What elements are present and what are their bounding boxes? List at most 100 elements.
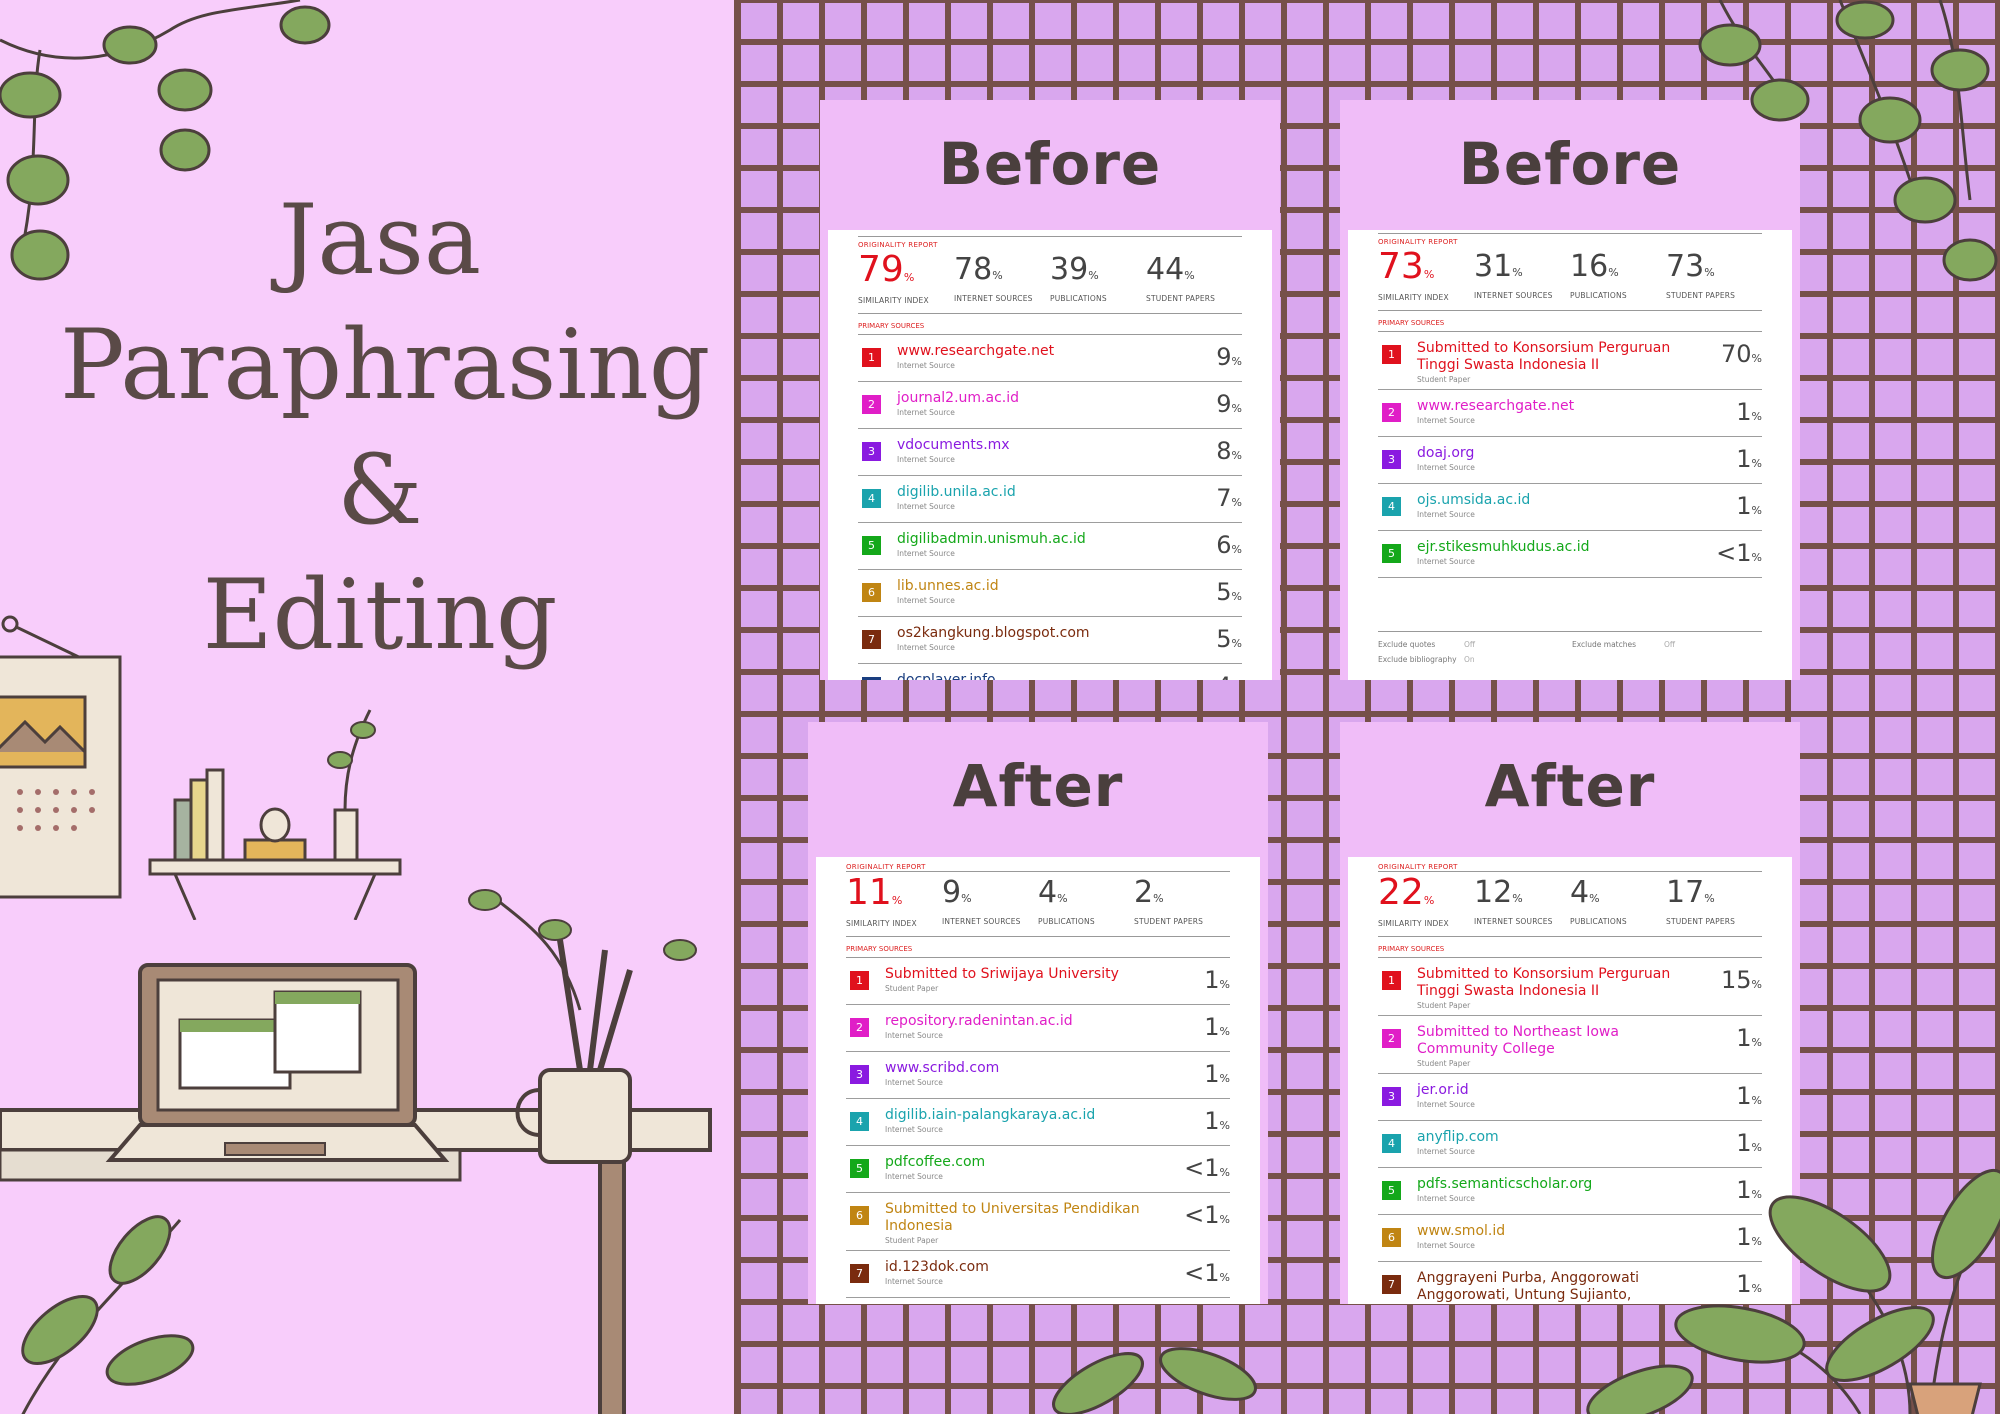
stat-label: STUDENT PAPERS <box>1134 917 1204 926</box>
report-top-line <box>858 236 1242 237</box>
stat-value: 12 <box>1474 875 1513 910</box>
source-rank-badge: 4 <box>862 489 881 508</box>
stat-student-papers: 17% STUDENT PAPERS <box>1666 876 1762 928</box>
source-percentage-value: 15 <box>1721 966 1752 994</box>
source-percentage-value: <1 <box>1184 1154 1220 1182</box>
source-row: 1 www.researchgate.net Internet Source 9% <box>858 335 1242 382</box>
percent-sign: % <box>1231 402 1242 415</box>
source-rank-badge: 3 <box>1382 1087 1401 1106</box>
source-row: 2 www.researchgate.net Internet Source 1% <box>1378 390 1762 437</box>
source-row: 2 journal2.um.ac.id Internet Source 9% <box>858 382 1242 429</box>
source-type: Internet Source <box>885 1031 943 1040</box>
grid-background: Before ORIGINALITY REPORT 79% SIMILARITY … <box>738 0 2000 1414</box>
percent-sign: % <box>1231 496 1242 509</box>
source-row: 5 pdfcoffee.com Internet Source <1% <box>846 1146 1230 1193</box>
percent-sign: % <box>1231 637 1242 650</box>
stat-unit: % <box>1057 892 1068 905</box>
stat-value: 11 <box>846 872 892 913</box>
source-info: Submitted to Konsorsium Perguruan Tinggi… <box>1417 966 1692 1010</box>
source-info: Submitted to Universitas Pendidikan Indo… <box>885 1201 1160 1245</box>
source-info: ejr.stikesmuhkudus.ac.id Internet Source <box>1417 539 1692 566</box>
source-type: Internet Source <box>897 549 955 558</box>
source-percentage-value: 8 <box>1216 437 1232 465</box>
source-percentage: 70% <box>1692 340 1762 373</box>
stat-unit: % <box>891 894 903 907</box>
source-percentage-value: 1 <box>1736 492 1752 520</box>
stat-unit: % <box>1153 892 1164 905</box>
primary-sources-label: PRIMARY SOURCES <box>846 945 913 953</box>
report-header: ORIGINALITY REPORT <box>858 241 938 249</box>
stat-value: 9 <box>942 875 962 910</box>
stat-value: 22 <box>1378 872 1424 913</box>
source-type: Internet Source <box>885 1172 943 1181</box>
stat-label: STUDENT PAPERS <box>1666 917 1736 926</box>
source-name: digilib.iain-palangkaraya.ac.id <box>885 1107 1096 1123</box>
stat-value: 4 <box>1570 875 1590 910</box>
source-row: 4 digilib.iain-palangkaraya.ac.id Internet… <box>846 1099 1230 1146</box>
source-percentage-value: 1 <box>1204 966 1220 994</box>
source-rank-badge: 4 <box>850 1112 869 1131</box>
percent-sign: % <box>1751 352 1762 365</box>
source-info: digilib.iain-palangkaraya.ac.id Internet … <box>885 1107 1160 1134</box>
report-divider <box>1378 936 1762 937</box>
exclude-matches-value: Off <box>1664 640 1676 649</box>
source-row: 6 Submitted to Universitas Pendidikan Ind… <box>846 1193 1230 1251</box>
stat-unit: % <box>1423 894 1435 907</box>
stat-unit: % <box>1512 892 1523 905</box>
source-row: 7 os2kangkung.blogspot.com Internet Source… <box>858 617 1242 664</box>
source-type: Internet Source <box>897 408 955 417</box>
stat-label: PUBLICATIONS <box>1038 917 1095 926</box>
originality-report: ORIGINALITY REPORT 11% SIMILARITY INDEX 9… <box>816 857 1260 1304</box>
source-rank-badge: 7 <box>1382 1275 1401 1294</box>
source-name: pdfcoffee.com <box>885 1154 986 1170</box>
percent-sign: % <box>1219 1166 1230 1179</box>
source-percentage-value: 1 <box>1204 1060 1220 1088</box>
source-name: www.researchgate.net <box>1417 398 1575 414</box>
source-info: digilib.unila.ac.id Internet Source <box>897 484 1172 511</box>
percent-sign: % <box>1219 1271 1230 1284</box>
source-row: 4 digilib.unila.ac.id Internet Source 7% <box>858 476 1242 523</box>
bottom-plant-illustration <box>1052 1347 1257 1414</box>
source-percentage: 5% <box>1172 578 1242 611</box>
percent-sign: % <box>1219 1119 1230 1132</box>
stat-label: SIMILARITY INDEX <box>1378 293 1449 302</box>
source-row: 1 Submitted to Konsorsium Perguruan Tingg… <box>1378 332 1762 390</box>
source-info: vdocuments.mx Internet Source <box>897 437 1172 464</box>
source-rank-badge: 1 <box>862 348 881 367</box>
potted-plant-illustration <box>1586 1168 2000 1414</box>
stat-unit: % <box>903 271 915 284</box>
stat-label: SIMILARITY INDEX <box>858 296 929 305</box>
stat-value: 73 <box>1378 246 1424 287</box>
source-percentage: 1% <box>1160 1060 1230 1093</box>
stat-similarity-index: 73% SIMILARITY INDEX <box>1378 249 1474 303</box>
source-percentage-value: 6 <box>1216 531 1232 559</box>
source-info: www.researchgate.net Internet Source <box>897 343 1172 370</box>
source-percentage: <1% <box>1160 1154 1230 1187</box>
source-percentage-value: 1 <box>1736 398 1752 426</box>
stat-unit: % <box>1589 892 1600 905</box>
stat-value: 4 <box>1038 875 1058 910</box>
percent-sign: % <box>1219 1025 1230 1038</box>
source-list: 1 Submitted to Konsorsium Perguruan Tingg… <box>1348 332 1792 578</box>
stat-label: INTERNET SOURCES <box>954 294 1033 303</box>
title-line-1: Jasa <box>278 184 482 296</box>
source-rank-badge: 1 <box>850 971 869 990</box>
primary-sources-label: PRIMARY SOURCES <box>858 322 925 330</box>
source-percentage: 1% <box>1692 445 1762 478</box>
source-percentage-value: 4 <box>1216 672 1231 680</box>
source-info: Submitted to Northeast Iowa Community Co… <box>1417 1024 1692 1068</box>
source-row: 7 id.123dok.com Internet Source <1% <box>846 1251 1230 1298</box>
percent-sign: % <box>1231 590 1242 603</box>
percent-sign: % <box>1751 457 1762 470</box>
source-rank-badge: 5 <box>1382 1181 1401 1200</box>
source-rank-badge: 2 <box>862 395 881 414</box>
percent-sign: % <box>1751 410 1762 423</box>
source-list: 1 Submitted to Sriwijaya University Studen… <box>816 958 1260 1304</box>
stat-value: 39 <box>1050 252 1089 287</box>
source-rank-badge: 7 <box>850 1264 869 1283</box>
source-rank-badge: 3 <box>1382 450 1401 469</box>
source-percentage: 1% <box>1160 1013 1230 1046</box>
panel-heading: After <box>1484 752 1656 820</box>
source-rank-badge: 6 <box>862 583 881 602</box>
source-name: id.123dok.com <box>885 1259 989 1275</box>
